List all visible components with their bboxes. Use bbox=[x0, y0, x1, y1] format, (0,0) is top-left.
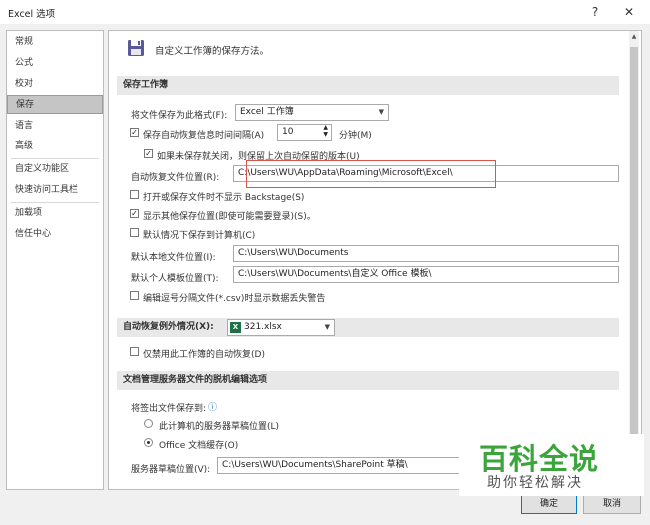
close-button[interactable]: ✕ bbox=[618, 2, 640, 22]
sidebar-item-general[interactable]: 常规 bbox=[7, 33, 103, 52]
sidebar-item-customize-ribbon[interactable]: 自定义功能区 bbox=[7, 160, 103, 179]
no-backstage-checkbox[interactable] bbox=[130, 190, 139, 199]
sidebar-divider bbox=[11, 158, 99, 159]
server-drafts-option-label: 此计算机的服务器草稿位置(L) bbox=[159, 422, 280, 432]
vertical-scrollbar[interactable]: ▲ ▼ bbox=[629, 31, 639, 487]
sidebar-item-trust-center[interactable]: 信任中心 bbox=[7, 225, 103, 244]
help-button[interactable]: ? bbox=[584, 2, 606, 22]
section-autorecover-exceptions: 自动恢复例外情况(X): bbox=[117, 318, 619, 337]
no-backstage-label: 打开或保存文件时不显示 Backstage(S) bbox=[143, 193, 305, 203]
personal-templates-label: 默认个人模板位置(T): bbox=[131, 274, 219, 284]
scroll-thumb[interactable] bbox=[630, 47, 638, 445]
office-cache-option-label: Office 文档缓存(O) bbox=[159, 441, 239, 451]
format-dropdown[interactable]: Excel 工作簿 ▼ bbox=[235, 104, 389, 121]
sidebar-item-language[interactable]: 语言 bbox=[7, 117, 103, 136]
watermark-subtitle: 助你轻松解决 bbox=[487, 475, 583, 491]
chevron-down-icon: ▼ bbox=[378, 108, 384, 116]
save-checked-out-label: 将签出文件保存到: bbox=[131, 404, 207, 414]
highlight-box bbox=[246, 160, 496, 188]
main-panel: 自定义工作簿的保存方法。 保存工作簿 将文件保存为此格式(F): Excel 工… bbox=[108, 30, 642, 490]
sidebar: 常规 公式 校对 保存 语言 高级 自定义功能区 快速访问工具栏 加载项 信任中… bbox=[6, 30, 104, 490]
csv-warning-checkbox[interactable] bbox=[130, 291, 139, 300]
show-additional-places-checkbox[interactable]: ✓ bbox=[130, 209, 139, 218]
chevron-down-icon: ▼ bbox=[324, 323, 330, 331]
sidebar-item-formulas[interactable]: 公式 bbox=[7, 54, 103, 73]
floppy-disk-icon bbox=[127, 39, 145, 57]
sidebar-item-add-ins[interactable]: 加载项 bbox=[7, 204, 103, 223]
format-value: Excel 工作簿 bbox=[240, 107, 294, 117]
sidebar-item-proofing[interactable]: 校对 bbox=[7, 75, 103, 94]
autorecover-workbook-dropdown[interactable]: X 321.xlsx ▼ bbox=[227, 319, 335, 336]
ok-button[interactable]: 确定 bbox=[521, 494, 577, 514]
sidebar-item-save[interactable]: 保存 bbox=[7, 95, 103, 114]
sidebar-item-quick-access[interactable]: 快速访问工具栏 bbox=[7, 181, 103, 200]
personal-templates-input[interactable]: C:\Users\WU\Documents\自定义 Office 模板\ bbox=[233, 266, 619, 283]
autorecover-checkbox[interactable]: ✓ bbox=[130, 128, 139, 137]
csv-warning-label: 编辑逗号分隔文件(*.csv)时显示数据丢失警告 bbox=[143, 294, 326, 304]
keep-last-version-checkbox[interactable]: ✓ bbox=[144, 149, 153, 158]
format-label: 将文件保存为此格式(F): bbox=[131, 111, 228, 121]
page-description: 自定义工作簿的保存方法。 bbox=[155, 46, 270, 57]
info-icon[interactable]: ⓘ bbox=[208, 400, 217, 413]
save-to-computer-checkbox[interactable] bbox=[130, 228, 139, 237]
office-cache-radio[interactable] bbox=[144, 438, 153, 447]
server-drafts-location-label: 服务器草稿位置(V): bbox=[131, 465, 211, 475]
watermark: 百科全说 助你轻松解决 bbox=[459, 434, 644, 496]
server-drafts-radio[interactable] bbox=[144, 419, 153, 428]
scroll-up-icon[interactable]: ▲ bbox=[629, 31, 639, 43]
title-bar: Excel 选项 ? ✕ bbox=[0, 0, 650, 24]
autorecover-minutes-stepper[interactable]: 10 ▲ ▼ bbox=[277, 124, 332, 141]
window-title: Excel 选项 bbox=[8, 9, 56, 20]
sidebar-item-advanced[interactable]: 高级 bbox=[7, 137, 103, 156]
cancel-button[interactable]: 取消 bbox=[583, 494, 641, 514]
autorecover-minutes-value: 10 bbox=[282, 127, 294, 137]
autorecover-exceptions-label: 自动恢复例外情况(X): bbox=[123, 322, 214, 332]
default-local-label: 默认本地文件位置(I): bbox=[131, 253, 216, 263]
default-local-input[interactable]: C:\Users\WU\Documents bbox=[233, 245, 619, 262]
autorecover-label: 保存自动恢复信息时间间隔(A) bbox=[143, 131, 265, 141]
section-offline-editing: 文档管理服务器文件的脱机编辑选项 bbox=[117, 371, 619, 390]
save-to-computer-label: 默认情况下保存到计算机(C) bbox=[143, 231, 256, 241]
minutes-label: 分钟(M) bbox=[339, 131, 372, 141]
sidebar-divider bbox=[11, 202, 99, 203]
section-save-workbooks: 保存工作簿 bbox=[117, 76, 619, 95]
disable-autorecover-label: 仅禁用此工作簿的自动恢复(D) bbox=[143, 350, 265, 360]
spin-arrows-icon[interactable]: ▲ ▼ bbox=[323, 125, 328, 138]
show-additional-places-label: 显示其他保存位置(即使可能需要登录)(S)。 bbox=[143, 212, 316, 222]
autorecover-location-label: 自动恢复文件位置(R): bbox=[131, 173, 220, 183]
disable-autorecover-checkbox[interactable] bbox=[130, 347, 139, 356]
excel-file-icon: X bbox=[230, 322, 241, 333]
